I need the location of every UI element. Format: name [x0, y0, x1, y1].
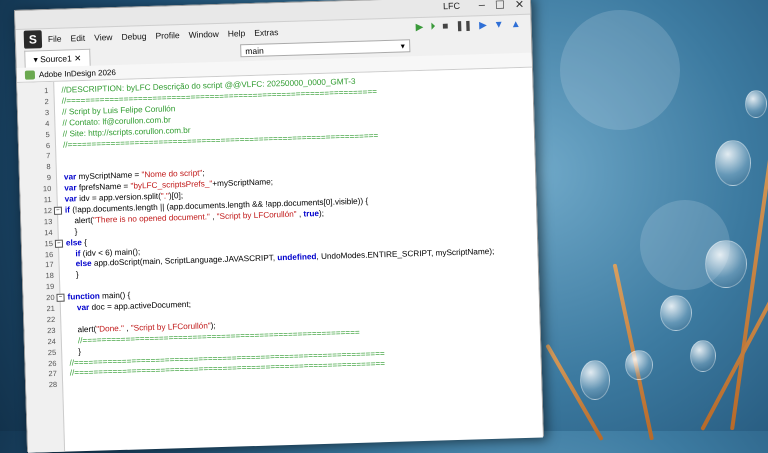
- menu-profile[interactable]: Profile: [155, 30, 179, 41]
- line-number: 23: [47, 325, 56, 335]
- line-number: 21: [46, 303, 56, 314]
- line-number: 12: [43, 205, 53, 216]
- menu-help[interactable]: Help: [228, 28, 246, 39]
- water-drop: [715, 140, 751, 186]
- code-text: }: [66, 270, 79, 280]
- step-into-icon[interactable]: ▼: [494, 19, 504, 30]
- app-label: LFC: [442, 0, 461, 12]
- line-number: 20: [46, 293, 55, 303]
- line-number: 19: [45, 282, 55, 292]
- target-application: Adobe InDesign 2026: [38, 67, 116, 79]
- function-selector[interactable]: main ▼: [240, 39, 411, 58]
- step-icon[interactable]: ⏵: [430, 22, 435, 33]
- menu-window[interactable]: Window: [188, 29, 219, 40]
- menu-extras[interactable]: Extras: [254, 27, 278, 38]
- line-number: 10: [42, 184, 52, 194]
- code-editor[interactable]: 1//DESCRIPTION: byLFC Descrição do scrip…: [17, 67, 543, 453]
- menu-file[interactable]: File: [48, 34, 62, 44]
- line-number: 8: [46, 162, 51, 172]
- line-number: 4: [45, 118, 50, 128]
- water-drop: [660, 295, 692, 331]
- code-text: }: [69, 346, 82, 357]
- step-over-icon[interactable]: ▶: [479, 20, 487, 31]
- line-number: 6: [45, 140, 51, 150]
- line-number: 16: [44, 249, 54, 259]
- line-number: 11: [43, 194, 52, 205]
- water-drop: [580, 360, 610, 400]
- line-number: 18: [45, 271, 55, 281]
- water-drop: [690, 340, 716, 372]
- line-number: 28: [48, 380, 58, 390]
- stop-icon[interactable]: ■: [442, 21, 448, 32]
- app-logo-icon: S: [23, 30, 43, 49]
- line-number: 2: [44, 96, 49, 107]
- fold-toggle-icon[interactable]: −: [53, 206, 63, 215]
- line-number: 27: [48, 369, 57, 379]
- fold-toggle-icon[interactable]: −: [56, 293, 65, 302]
- script-editor-window: LFC – ☐ ✕ S File Edit View Debug Profile…: [14, 0, 544, 453]
- line-number: 9: [46, 173, 52, 183]
- menu-debug[interactable]: Debug: [121, 31, 146, 42]
- debug-toolbar: ▶ ⏵ ■ ❚❚ ▶ ▼ ▲: [416, 19, 521, 33]
- line-number: 24: [47, 336, 56, 346]
- line-number: 1: [44, 86, 49, 96]
- pause-icon[interactable]: ❚❚: [455, 20, 472, 31]
- window-controls: – ☐ ✕: [479, 0, 525, 12]
- minimize-button[interactable]: –: [479, 0, 486, 12]
- chevron-down-icon: ▼: [399, 43, 407, 51]
- line-number: 25: [47, 347, 57, 357]
- link-icon: [24, 69, 36, 80]
- line-number: 5: [45, 129, 50, 139]
- line-number: 22: [46, 314, 56, 325]
- water-drop: [745, 90, 767, 118]
- line-number: 3: [44, 107, 50, 117]
- code-text: }: [65, 226, 78, 237]
- fold-toggle-icon[interactable]: −: [54, 239, 64, 248]
- water-drop: [705, 240, 747, 288]
- water-drop: [625, 350, 653, 380]
- line-number: 7: [46, 151, 51, 161]
- line-number: 26: [48, 358, 57, 368]
- function-selector-value: main: [245, 45, 264, 57]
- tab-label: Source1: [39, 52, 72, 64]
- code-text: else {: [65, 237, 88, 248]
- close-button[interactable]: ✕: [515, 0, 525, 11]
- line-number: 14: [44, 227, 53, 237]
- step-out-icon[interactable]: ▲: [511, 19, 521, 30]
- line-number: 15: [44, 238, 54, 248]
- bokeh-light: [560, 10, 680, 130]
- line-number: 17: [45, 260, 54, 270]
- menu-view[interactable]: View: [94, 32, 113, 43]
- line-number: 13: [43, 216, 53, 226]
- menu-edit[interactable]: Edit: [70, 33, 85, 43]
- tab-source1[interactable]: ▾ Source1 ✕: [24, 48, 91, 68]
- code-text: function main() {: [67, 290, 131, 302]
- play-icon[interactable]: ▶: [416, 22, 424, 33]
- maximize-button[interactable]: ☐: [495, 0, 505, 12]
